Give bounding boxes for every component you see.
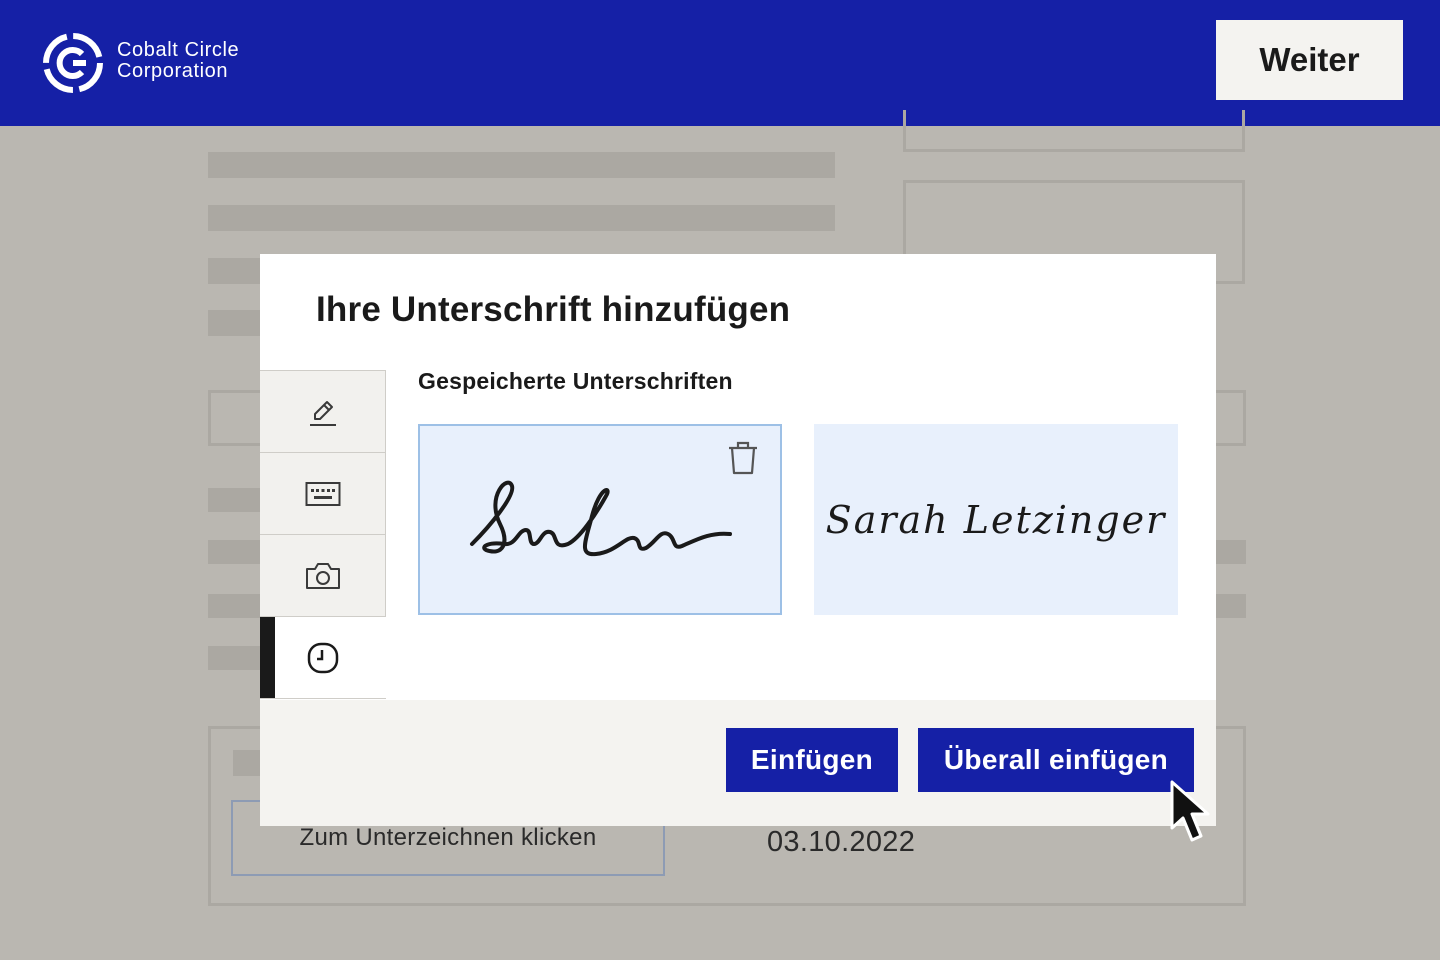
tab-saved-signatures[interactable] <box>260 616 386 698</box>
keyboard-icon <box>305 481 340 506</box>
dialog-title: Ihre Unterschrift hinzufügen <box>316 290 791 329</box>
handwritten-signature <box>470 480 732 557</box>
clock-icon <box>307 642 339 673</box>
cobalt-circle-logo-icon <box>43 33 103 93</box>
dialog-footer: Einfügen Überall einfügen <box>260 700 1216 826</box>
tab-upload-photo[interactable] <box>260 534 386 616</box>
text-placeholder-line <box>208 646 268 670</box>
pen-icon <box>309 400 336 426</box>
text-placeholder-line <box>208 310 268 336</box>
script-signature: Sarah Letzinger <box>825 497 1167 542</box>
add-signature-dialog: Ihre Unterschrift hinzufügen Gespeichert… <box>260 254 1216 826</box>
saved-signatures-heading: Gespeicherte Unterschriften <box>418 368 733 394</box>
signature-date: 03.10.2022 <box>767 826 916 858</box>
top-bar: Cobalt Circle Corporation Weiter <box>0 0 1440 126</box>
text-placeholder-line <box>208 152 835 178</box>
tab-type[interactable] <box>260 452 386 534</box>
text-placeholder-line <box>208 488 268 512</box>
insert-button[interactable]: Einfügen <box>726 728 898 792</box>
text-placeholder-line <box>1216 540 1246 564</box>
text-placeholder-line <box>208 594 268 618</box>
insert-everywhere-button[interactable]: Überall einfügen <box>918 728 1194 792</box>
text-placeholder-line <box>208 540 268 564</box>
company-name-line2: Corporation <box>117 60 229 82</box>
camera-icon <box>305 562 340 589</box>
saved-signature-card[interactable] <box>418 424 782 615</box>
company-name: Cobalt Circle Corporation <box>117 40 239 82</box>
form-box <box>208 390 268 446</box>
company-name-line1: Cobalt Circle <box>117 39 240 61</box>
form-box <box>1212 390 1246 446</box>
text-placeholder-line <box>208 205 835 231</box>
text-placeholder-line <box>1216 594 1246 618</box>
next-button[interactable]: Weiter <box>1216 20 1403 100</box>
form-box <box>903 110 1245 152</box>
mouse-pointer-icon <box>1170 780 1210 842</box>
tab-draw[interactable] <box>260 370 386 452</box>
text-placeholder-line <box>208 258 268 284</box>
saved-signature-card[interactable]: Sarah Letzinger <box>814 424 1178 615</box>
signature-method-tabs <box>260 370 386 699</box>
